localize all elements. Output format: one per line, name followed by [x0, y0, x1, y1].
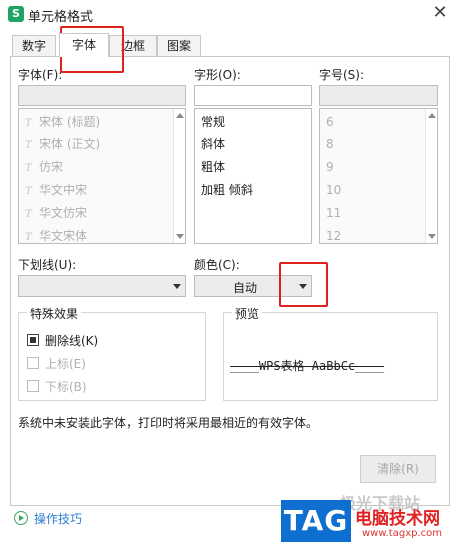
- tab-font[interactable]: 字体: [59, 33, 109, 57]
- effects-group: 特殊效果 删除线(K) 上标(E) 下标(B): [18, 305, 206, 401]
- watermark-url: www.tagxp.com: [362, 528, 442, 539]
- list-item[interactable]: 粗体: [201, 156, 225, 178]
- list-item[interactable]: 常规: [201, 111, 225, 133]
- superscript-label[interactable]: 上标(E): [45, 355, 86, 372]
- truetype-icon: T: [25, 186, 32, 197]
- subscript-label[interactable]: 下标(B): [45, 378, 87, 395]
- preview-title: 预览: [232, 305, 263, 322]
- font-label: 字体(F):: [18, 68, 63, 82]
- truetype-icon: T: [25, 209, 32, 220]
- list-item[interactable]: 加粗 倾斜: [201, 179, 253, 201]
- list-item[interactable]: 12: [326, 225, 341, 243]
- scroll-up-icon[interactable]: [176, 113, 184, 118]
- list-item[interactable]: 6: [326, 111, 334, 133]
- size-input[interactable]: [319, 85, 438, 106]
- list-item[interactable]: 11: [326, 202, 341, 224]
- truetype-icon: T: [25, 163, 32, 174]
- list-item[interactable]: 8: [326, 133, 334, 155]
- preview-sample: ____WPS表格 AaBbCc____: [230, 359, 385, 373]
- effects-title: 特殊效果: [27, 305, 82, 322]
- color-label: 颜色(C):: [194, 258, 240, 272]
- watermark-site-name: 电脑技术网: [355, 509, 440, 529]
- strikethrough-checkbox[interactable]: [27, 334, 39, 346]
- list-item[interactable]: 10: [326, 179, 341, 201]
- superscript-checkbox[interactable]: [27, 357, 39, 369]
- list-item[interactable]: T 华文仿宋: [25, 202, 87, 224]
- font-item-label: 华文宋体: [39, 229, 88, 243]
- close-icon[interactable]: ✕: [430, 2, 450, 24]
- style-input[interactable]: [194, 85, 312, 106]
- style-list[interactable]: 常规 斜体 粗体 加粗 倾斜: [194, 108, 312, 244]
- preview-group: 预览 ____WPS表格 AaBbCc____: [223, 305, 438, 401]
- color-value: 自动: [233, 281, 258, 295]
- truetype-icon: T: [25, 118, 32, 129]
- list-item[interactable]: T 宋体 (标题): [25, 111, 100, 133]
- style-label: 字形(O):: [194, 68, 241, 82]
- size-label: 字号(S):: [319, 68, 365, 82]
- underline-select[interactable]: [18, 275, 186, 297]
- list-item[interactable]: 9: [326, 156, 334, 178]
- play-circle-icon[interactable]: [14, 511, 28, 525]
- tips-link[interactable]: 操作技巧: [34, 510, 82, 527]
- scroll-up-icon[interactable]: [428, 113, 436, 118]
- tab-number[interactable]: 数字: [12, 35, 56, 57]
- tag-logo: TAG: [281, 500, 351, 542]
- size-list[interactable]: 6 8 9 10 11 12: [319, 108, 438, 244]
- list-item[interactable]: 斜体: [201, 133, 225, 155]
- font-list-scrollbar[interactable]: [173, 109, 185, 243]
- font-item-label: 华文仿宋: [39, 206, 88, 220]
- title-bar: S 单元格格式 ✕: [0, 0, 458, 28]
- chevron-down-icon: [173, 284, 181, 289]
- font-input[interactable]: [18, 85, 186, 106]
- font-hint: 系统中未安装此字体，打印时将采用最相近的有效字体。: [18, 416, 319, 430]
- font-item-label: 华文中宋: [39, 183, 88, 197]
- list-item[interactable]: T 宋体 (正文): [25, 133, 100, 155]
- font-list[interactable]: T 宋体 (标题) T 宋体 (正文) T 仿宋 T 华文中宋 T 华文仿宋 T 华文宋体: [18, 108, 186, 244]
- strikethrough-label[interactable]: 删除线(K): [45, 332, 98, 349]
- tab-pattern[interactable]: 图案: [157, 35, 201, 57]
- list-item[interactable]: T 华文宋体: [25, 225, 88, 243]
- scroll-down-icon[interactable]: [428, 234, 436, 239]
- size-list-scrollbar[interactable]: [425, 109, 437, 243]
- scroll-down-icon[interactable]: [176, 234, 184, 239]
- font-item-label: 宋体 (正文): [39, 137, 101, 151]
- list-item[interactable]: T 华文中宋: [25, 179, 87, 201]
- list-item[interactable]: T 仿宋: [25, 156, 63, 178]
- subscript-checkbox[interactable]: [27, 380, 39, 392]
- dialog-title: 单元格格式: [28, 10, 94, 25]
- truetype-icon: T: [25, 232, 32, 243]
- wps-spreadsheet-icon: S: [8, 6, 24, 22]
- color-dropdown-highlight: [279, 262, 328, 307]
- font-item-label: 宋体 (标题): [39, 115, 101, 129]
- font-item-label: 仿宋: [39, 160, 64, 174]
- underline-label: 下划线(U):: [18, 258, 77, 272]
- truetype-icon: T: [25, 140, 32, 151]
- clear-button[interactable]: 清除(R): [360, 455, 436, 483]
